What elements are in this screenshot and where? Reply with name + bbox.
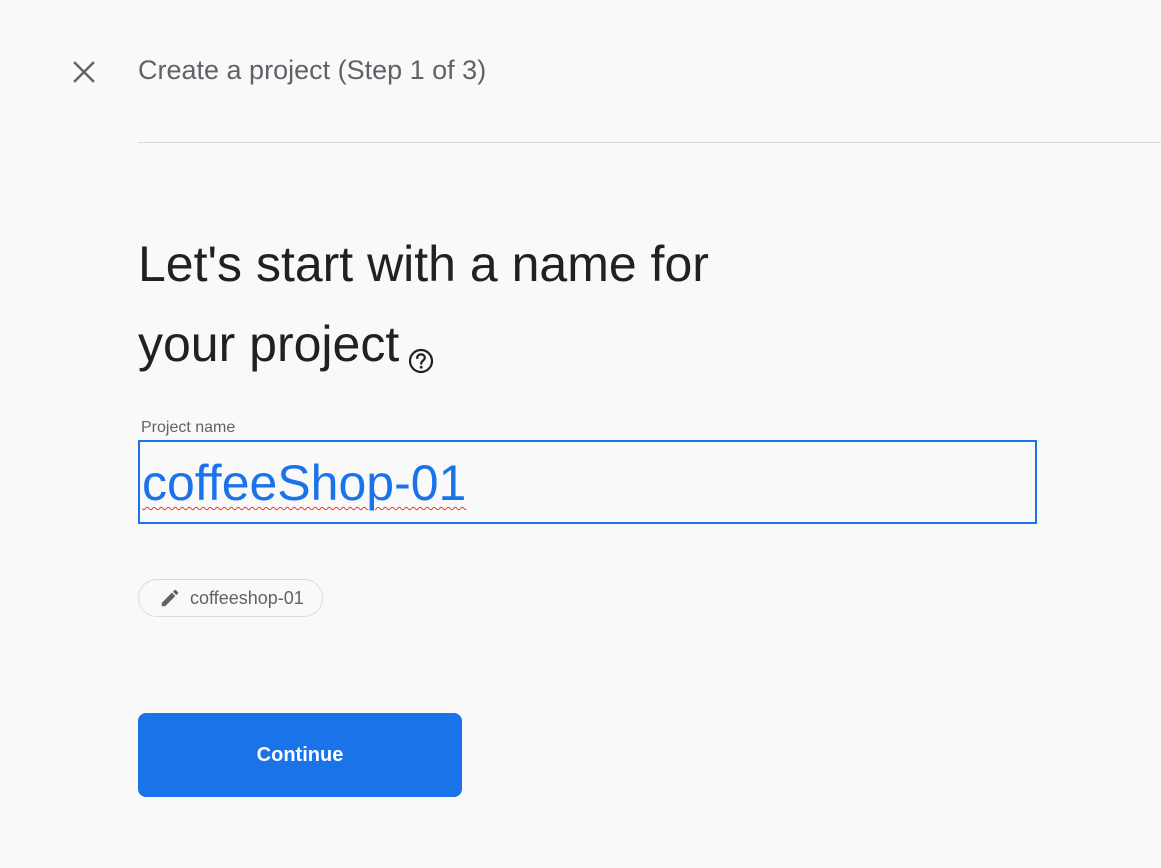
create-project-page: Create a project (Step 1 of 3) Let's sta… bbox=[0, 0, 1161, 868]
project-name-label: Project name bbox=[141, 419, 236, 436]
headline-line2: your project bbox=[138, 316, 400, 372]
pencil-icon bbox=[159, 587, 181, 609]
help-circle-icon[interactable] bbox=[407, 318, 435, 374]
close-icon bbox=[73, 61, 95, 83]
header-divider bbox=[138, 142, 1161, 143]
project-id-chip[interactable]: coffeeshop-01 bbox=[138, 579, 323, 617]
page-title: Create a project (Step 1 of 3) bbox=[138, 55, 487, 85]
project-name-input[interactable] bbox=[142, 448, 1022, 518]
continue-button[interactable]: Continue bbox=[138, 713, 462, 797]
headline: Let's start with a name for your project bbox=[138, 224, 838, 384]
close-button[interactable] bbox=[62, 50, 106, 94]
project-id-text: coffeeshop-01 bbox=[190, 587, 304, 608]
headline-line1: Let's start with a name for bbox=[138, 236, 709, 292]
project-name-field bbox=[138, 440, 1037, 524]
